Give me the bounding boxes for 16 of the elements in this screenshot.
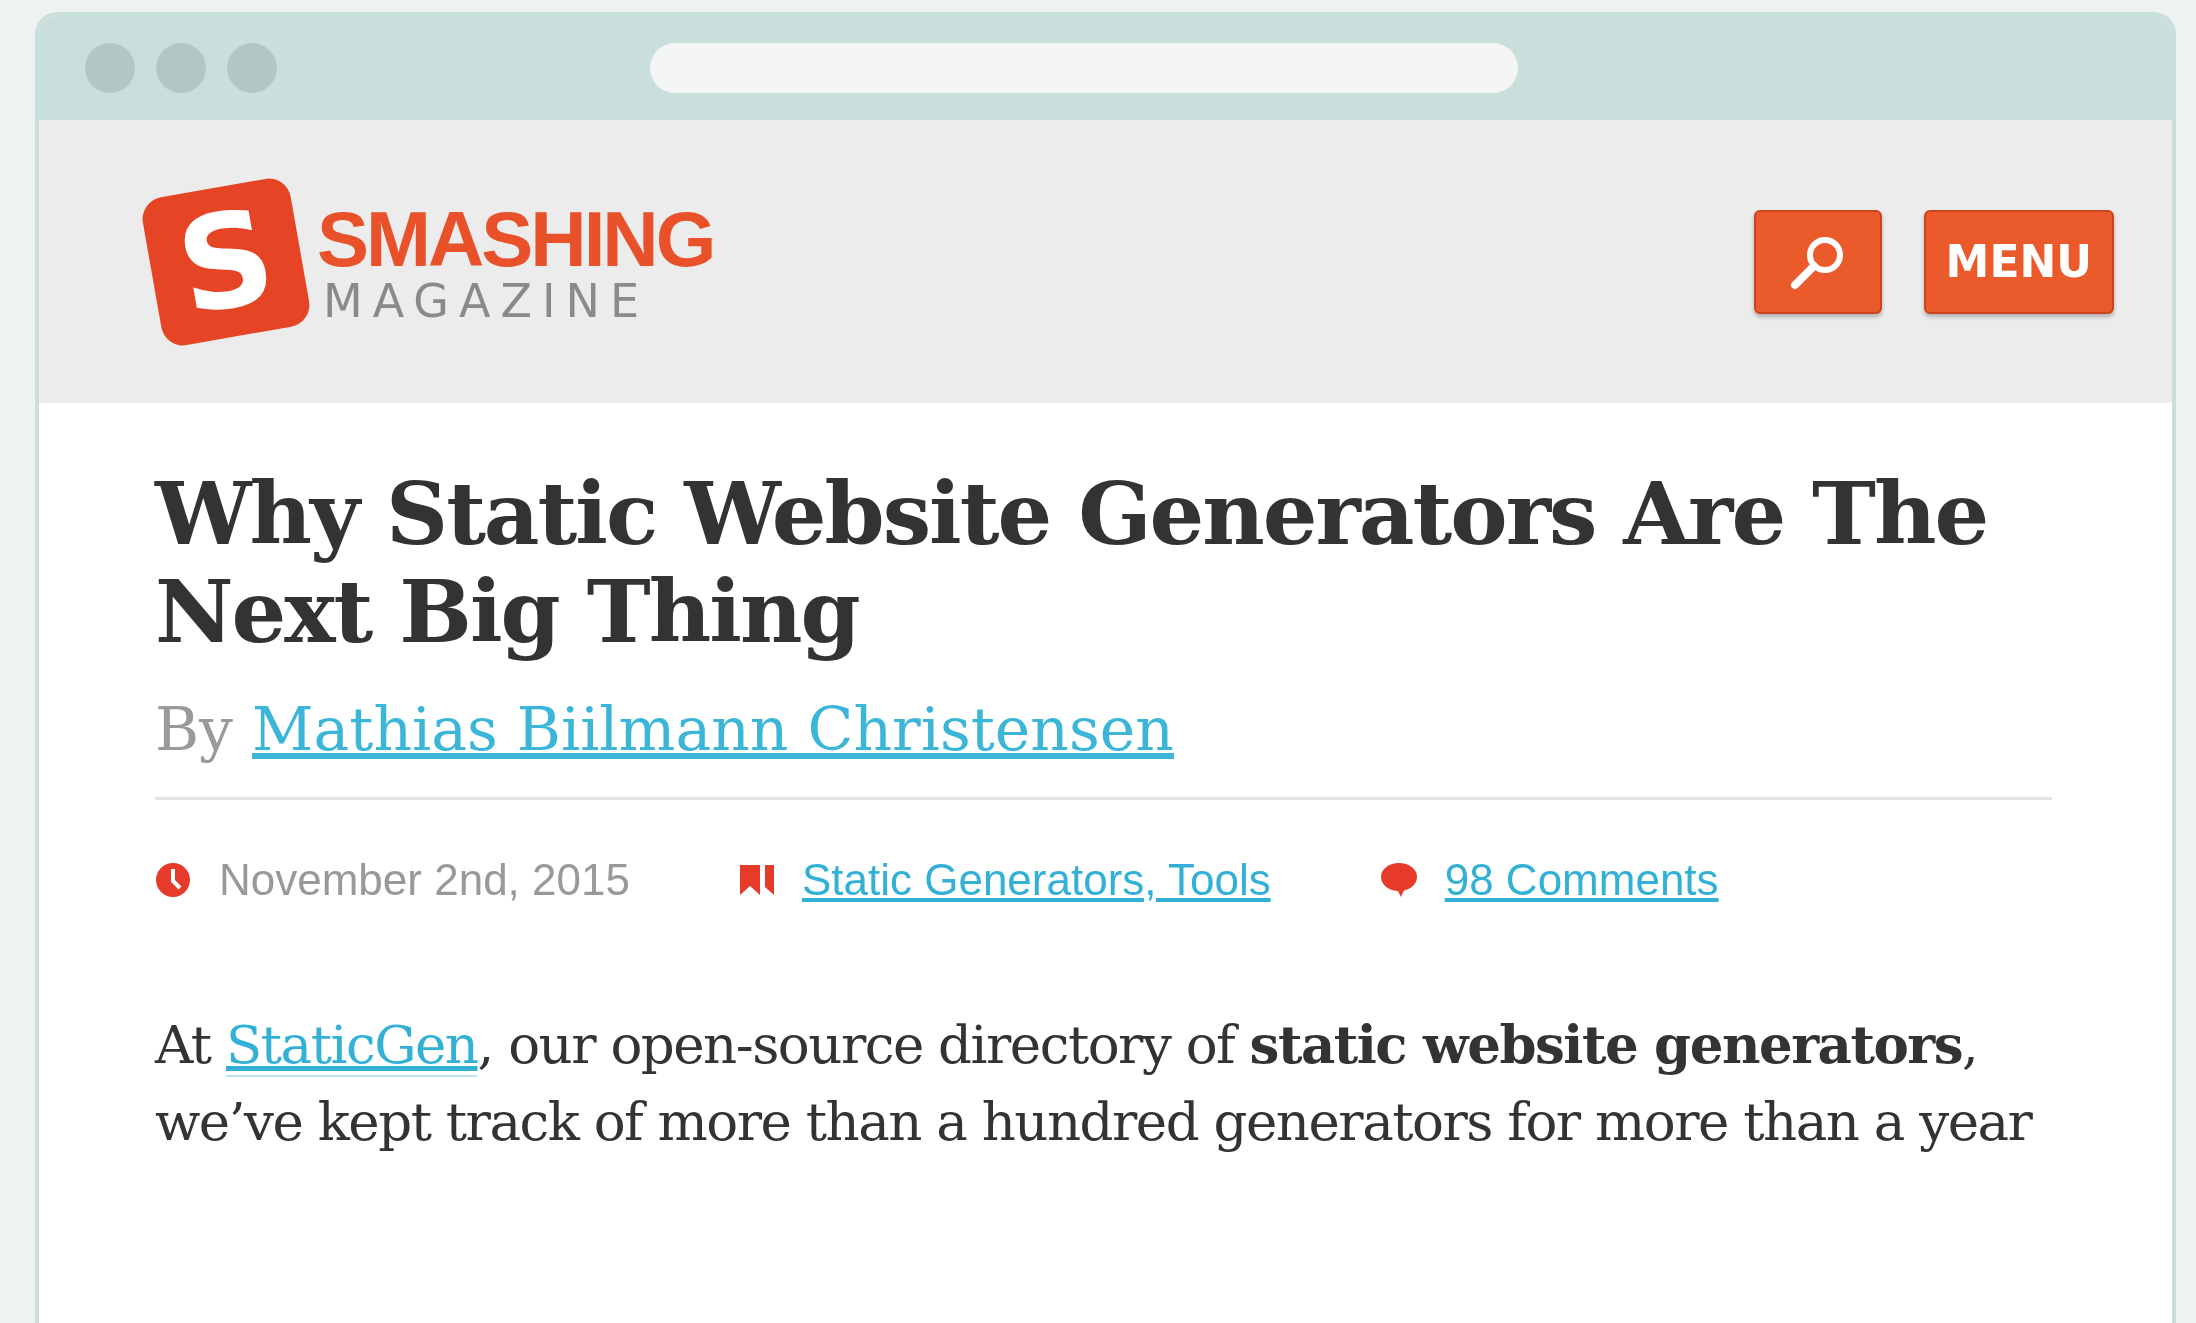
logo-title[interactable]: SMASHING xyxy=(317,199,714,278)
window-dot xyxy=(85,43,135,93)
bookmark-icon xyxy=(739,865,774,896)
author-link[interactable]: Mathias Biilmann Christensen xyxy=(252,694,1174,765)
search-button[interactable] xyxy=(1753,209,1882,314)
clock-icon xyxy=(155,862,191,899)
intro-paragraph: At StaticGen, our open-source directory of static website generators, we’ve kept track of more than a hundred generators for more than a year xyxy=(155,1012,2034,1154)
comments-link[interactable]: 98 Comments xyxy=(1444,858,1719,903)
article-title: Why Static Website Generators Are The Next Big Thing xyxy=(155,465,1989,662)
speech-bubble-icon xyxy=(1380,863,1417,898)
menu-button[interactable]: MENU xyxy=(1923,209,2114,314)
window-dot xyxy=(156,43,206,93)
logo-subtitle: MAGAZINE xyxy=(323,277,650,324)
post-date: November 2nd, 2015 xyxy=(219,858,630,903)
window-dot xyxy=(227,43,277,93)
category-link[interactable]: Static Generators, Tools xyxy=(801,858,1271,903)
